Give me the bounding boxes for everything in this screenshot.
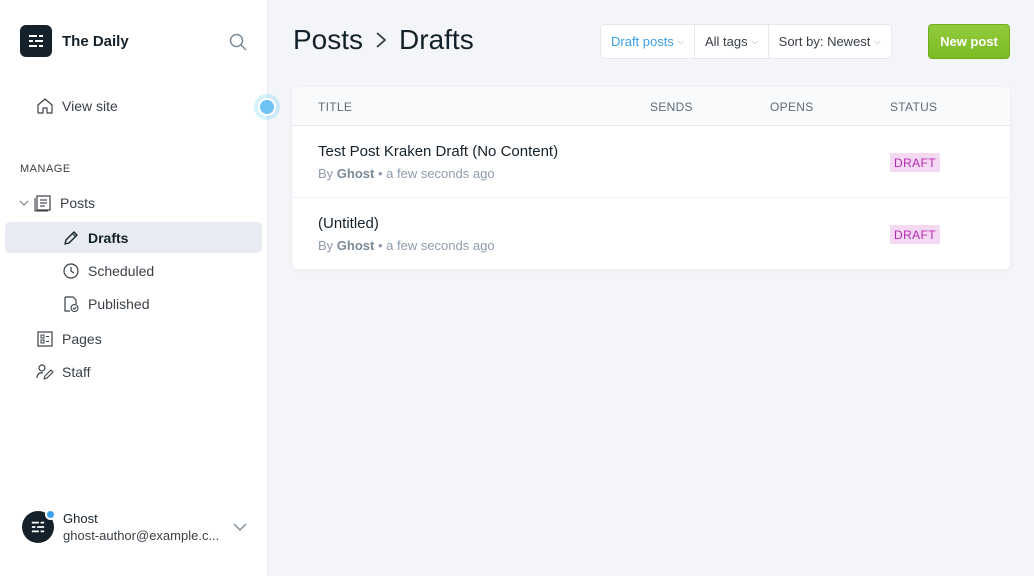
post-time: • a few seconds ago [377,166,495,181]
search-icon[interactable] [228,32,248,52]
post-by: By [318,238,334,253]
sidebar-item-staff[interactable]: Staff [36,363,91,381]
column-opens: OPENS [770,100,814,114]
home-icon [36,97,54,115]
breadcrumb-posts[interactable]: Posts [293,24,363,56]
sidebar-item-view-site[interactable]: View site [36,97,118,115]
staff-icon [36,363,54,381]
post-meta: By Ghost • a few seconds ago [318,238,495,253]
sidebar-item-label: Posts [60,195,96,211]
sort-dropdown[interactable]: Sort by: Newest ⌵ [769,25,891,58]
post-author: Ghost [336,166,375,181]
chevron-down-icon[interactable] [232,520,248,539]
pages-icon [36,330,54,348]
active-item-highlight [5,222,262,253]
posts-icon [34,194,52,212]
sidebar-item-label: Drafts [88,230,129,246]
post-time: • a few seconds ago [377,238,495,253]
brand-logo-icon [20,25,52,57]
type-filter-label: Draft posts [611,34,674,49]
sidebar: The Daily View site MANAGE Posts Drafts … [0,0,280,576]
brand-name: The Daily [62,32,129,50]
sort-label: Sort by: Newest [778,34,871,49]
sidebar-item-pages[interactable]: Pages [36,330,102,348]
type-filter-dropdown[interactable]: Draft posts ⌵ [601,25,695,58]
page-title: Posts Drafts [293,24,474,56]
user-name: Ghost [63,511,98,526]
post-by: By [318,166,334,181]
status-badge: DRAFT [890,153,940,172]
sidebar-item-label: Scheduled [88,263,155,279]
chevron-down-icon[interactable] [18,194,30,212]
notification-pulse[interactable] [254,94,280,120]
breadcrumb-drafts: Drafts [399,24,474,55]
sidebar-item-label: Staff [62,364,91,380]
filter-bar: Draft posts ⌵ All tags ⌵ Sort by: Newest… [600,24,892,59]
chevron-right-icon [373,30,389,50]
sidebar-item-drafts[interactable]: Drafts [62,229,128,247]
table-row[interactable]: Test Post Kraken Draft (No Content) By G… [292,126,1010,198]
tags-filter-dropdown[interactable]: All tags ⌵ [695,25,769,58]
chevron-down-icon: ⌵ [677,36,684,46]
table-header: TITLE SENDS OPENS STATUS [292,87,1010,126]
post-title[interactable]: Test Post Kraken Draft (No Content) [318,143,558,160]
brand[interactable]: The Daily [20,25,129,57]
posts-table: TITLE SENDS OPENS STATUS Test Post Krake… [292,87,1010,269]
user-email: ghost-author@example.c... [63,528,220,543]
notification-dot [45,509,56,520]
avatar [22,509,56,543]
column-title: TITLE [318,100,353,114]
sidebar-item-scheduled[interactable]: Scheduled [62,262,154,280]
post-title[interactable]: (Untitled) [318,215,379,232]
new-post-button[interactable]: New post [928,24,1010,59]
published-document-icon [62,295,80,313]
sidebar-item-label: Published [88,296,150,312]
chevron-down-icon: ⌵ [751,36,758,46]
post-author: Ghost [336,238,375,253]
tags-filter-label: All tags [704,34,748,49]
chevron-down-icon: ⌵ [874,36,881,46]
user-menu[interactable]: Ghost ghost-author@example.c... [22,509,252,544]
sidebar-item-published[interactable]: Published [62,295,150,313]
sidebar-item-label: View site [62,98,118,114]
section-label-manage: MANAGE [20,163,71,175]
post-meta: By Ghost • a few seconds ago [318,166,495,181]
table-row[interactable]: (Untitled) By Ghost • a few seconds ago … [292,198,1010,269]
column-status: STATUS [890,100,938,114]
pencil-icon [62,229,80,247]
clock-icon [62,262,80,280]
column-sends: SENDS [650,100,693,114]
sidebar-item-posts[interactable]: Posts [18,194,95,212]
status-badge: DRAFT [890,225,940,244]
sidebar-item-label: Pages [62,331,102,347]
